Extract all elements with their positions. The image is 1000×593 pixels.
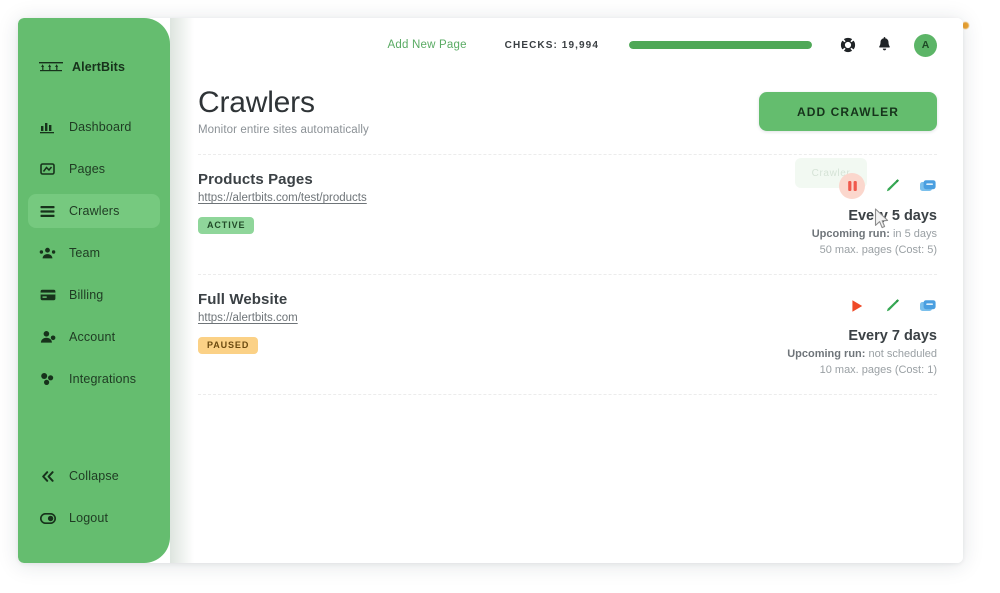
sidebar-nav: Dashboard Pages Crawlers Team Billing Ac…: [18, 110, 170, 404]
sidebar-item-collapse[interactable]: Collapse: [28, 459, 160, 493]
sidebar-item-crawlers[interactable]: Crawlers: [28, 194, 160, 228]
crawler-limits: 10 max. pages (Cost: 1): [819, 364, 937, 376]
sidebar-item-label: Collapse: [69, 469, 119, 483]
status-badge: ACTIVE: [198, 217, 255, 234]
user-account-icon: [39, 329, 56, 346]
sidebar-item-billing[interactable]: Billing: [28, 278, 160, 312]
crawler-controls: Every 5 days Upcoming run: in 5 days 50 …: [812, 171, 937, 256]
crawler-row: Full Website https://alertbits.com PAUSE…: [198, 275, 937, 394]
sidebar-item-account[interactable]: Account: [28, 320, 160, 354]
lifebuoy-icon[interactable]: [838, 35, 858, 55]
crawler-actions: [812, 173, 937, 199]
bell-notification-icon[interactable]: [874, 35, 894, 55]
sidebar-item-integrations[interactable]: Integrations: [28, 362, 160, 396]
page-subtitle: Monitor entire sites automatically: [198, 124, 369, 136]
sidebar-item-label: Logout: [69, 511, 109, 525]
chevrons-left-icon: [39, 468, 56, 485]
sidebar-item-label: Account: [69, 330, 116, 344]
upcoming-label: Upcoming run:: [811, 228, 890, 240]
duplicate-icon[interactable]: [919, 179, 937, 194]
crawler-upcoming: Upcoming run: in 5 days: [812, 228, 937, 240]
credit-card-icon: [39, 287, 56, 304]
crawler-controls: Every 7 days Upcoming run: not scheduled…: [787, 291, 937, 376]
crawler-info: Products Pages https://alertbits.com/tes…: [198, 171, 367, 234]
crawler-url-link[interactable]: https://alertbits.com: [198, 312, 298, 324]
edit-pencil-icon[interactable]: [883, 297, 901, 315]
add-new-page-link[interactable]: Add New Page: [388, 39, 467, 51]
avatar[interactable]: A: [914, 33, 937, 57]
screen-root: AlertBits Dashboard Pages Crawlers Team …: [0, 0, 1000, 593]
brand[interactable]: AlertBits: [18, 40, 170, 84]
crawler-frequency: Every 7 days: [848, 328, 937, 344]
upcoming-value: in 5 days: [892, 228, 937, 240]
status-badge: PAUSED: [198, 337, 259, 354]
crawler-list: Products Pages https://alertbits.com/tes…: [170, 154, 963, 395]
checks-counter: CHECKS: 19,994: [504, 39, 599, 51]
list-divider: [198, 394, 937, 395]
play-button-icon[interactable]: [849, 298, 865, 314]
sidebar-item-team[interactable]: Team: [28, 236, 160, 270]
sidebar-item-label: Dashboard: [69, 120, 132, 134]
app-window: AlertBits Dashboard Pages Crawlers Team …: [18, 18, 963, 563]
crawler-actions: [787, 293, 937, 319]
add-crawler-button[interactable]: ADD CRAWLER: [759, 92, 937, 131]
checks-progress-bar: [629, 41, 812, 49]
crawler-frequency: Every 5 days: [848, 208, 937, 224]
crawler-upcoming: Upcoming run: not scheduled: [787, 348, 937, 360]
sidebar-item-label: Integrations: [69, 372, 137, 386]
sidebar-item-logout[interactable]: Logout: [28, 501, 160, 535]
main-content: Add New Page CHECKS: 19,994 A Crawlers M…: [170, 18, 963, 563]
duplicate-icon[interactable]: [919, 299, 937, 314]
sidebar: AlertBits Dashboard Pages Crawlers Team …: [18, 18, 194, 563]
edit-pencil-icon[interactable]: [883, 177, 901, 195]
chart-bar-icon: [39, 119, 56, 136]
page-header: Crawlers Monitor entire sites automatica…: [170, 72, 963, 136]
crawler-info: Full Website https://alertbits.com PAUSE…: [198, 291, 298, 354]
integrations-nodes-icon: [39, 371, 56, 388]
crawler-limits: 50 max. pages (Cost: 5): [819, 244, 937, 256]
sidebar-item-dashboard[interactable]: Dashboard: [28, 110, 160, 144]
sidebar-item-label: Billing: [69, 288, 104, 302]
pages-icon: [39, 161, 56, 178]
crawler-title: Full Website: [198, 291, 288, 308]
sidebar-item-pages[interactable]: Pages: [28, 152, 160, 186]
sidebar-item-label: Pages: [69, 162, 106, 176]
sidebar-item-label: Crawlers: [69, 204, 120, 218]
crawler-row: Products Pages https://alertbits.com/tes…: [198, 155, 937, 274]
upcoming-value: not scheduled: [868, 348, 938, 360]
pause-button-icon[interactable]: [839, 173, 865, 199]
sidebar-bottom-nav: Collapse Logout: [18, 459, 170, 563]
crawler-title: Products Pages: [198, 171, 313, 188]
team-users-icon: [39, 245, 56, 262]
page-title-block: Crawlers Monitor entire sites automatica…: [198, 86, 369, 136]
top-bar: Add New Page CHECKS: 19,994 A: [170, 18, 963, 72]
crawler-url-link[interactable]: https://alertbits.com/test/products: [198, 192, 367, 204]
sidebar-item-label: Team: [69, 246, 101, 260]
upcoming-label: Upcoming run:: [787, 348, 866, 360]
crawlers-list-icon: [39, 203, 56, 220]
logout-toggle-icon: [39, 510, 56, 527]
checks-progress-fill: [629, 41, 812, 49]
decorative-orange-dot: [962, 22, 969, 29]
alertbits-logo-icon: [38, 59, 64, 75]
brand-name: AlertBits: [72, 60, 125, 74]
page-title: Crawlers: [198, 86, 315, 119]
